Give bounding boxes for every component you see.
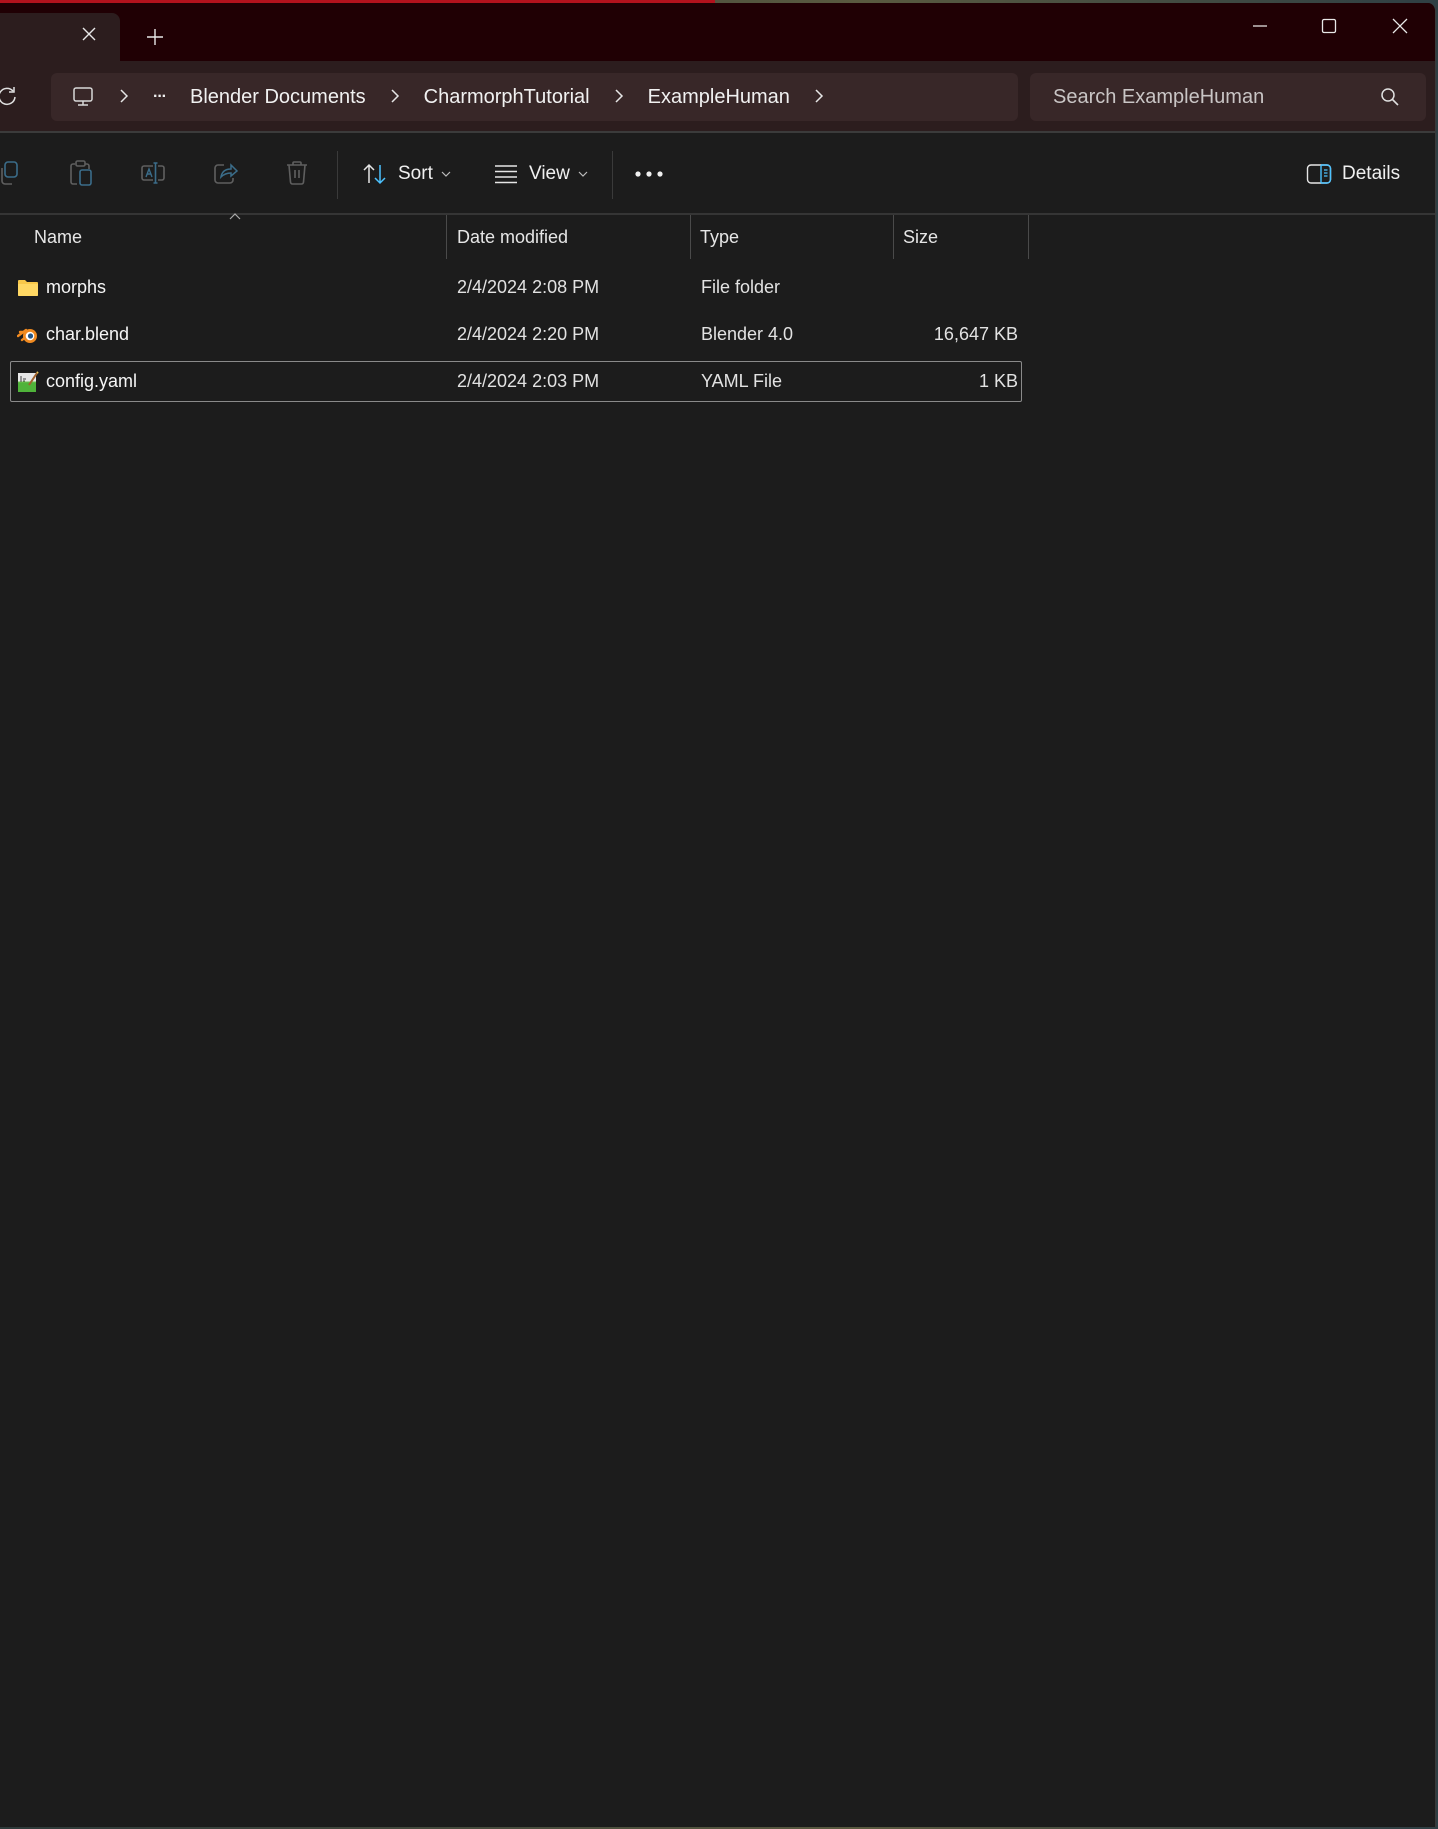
column-resize-handle[interactable] — [690, 215, 691, 259]
breadcrumb-item-current[interactable]: ExampleHuman — [648, 73, 790, 121]
maximize-button[interactable] — [1299, 9, 1359, 43]
file-row[interactable]: char.blend 2/4/2024 2:20 PM Blender 4.0 … — [10, 314, 1022, 355]
blender-file-icon — [17, 328, 37, 343]
minimize-icon — [1253, 25, 1267, 27]
file-explorer-window: ··· Blender Documents CharmorphTutorial … — [0, 3, 1436, 1827]
new-tab-button[interactable] — [142, 25, 168, 51]
column-type-label: Type — [700, 226, 740, 247]
title-bar — [0, 3, 1435, 61]
chevron-down-icon — [578, 171, 588, 177]
folder-icon — [18, 280, 38, 296]
file-size: 1 KB — [978, 371, 1018, 391]
overflow-icon: ··· — [153, 88, 167, 105]
breadcrumb-label: CharmorphTutorial — [423, 85, 590, 108]
file-name: config.yaml — [46, 371, 138, 391]
file-size: 16,647 KB — [933, 324, 1018, 344]
paste-icon[interactable] — [67, 159, 95, 187]
sort-label: Sort — [398, 163, 433, 184]
sort-button[interactable]: Sort — [362, 151, 451, 197]
column-resize-handle[interactable] — [893, 215, 894, 259]
rename-icon[interactable] — [139, 159, 167, 187]
chevron-right-icon[interactable] — [808, 86, 830, 109]
file-type: YAML File — [701, 371, 783, 391]
search-icon[interactable] — [1380, 87, 1400, 107]
close-window-button[interactable] — [1370, 9, 1430, 43]
file-name: morphs — [46, 277, 107, 297]
share-icon[interactable] — [212, 159, 240, 187]
copy-icon[interactable] — [0, 159, 24, 187]
toolbar-divider — [337, 151, 338, 199]
close-icon[interactable] — [78, 25, 100, 47]
details-pane-button[interactable]: Details — [1306, 151, 1400, 197]
column-name-label: Name — [34, 226, 83, 247]
more-options-button[interactable] — [634, 151, 664, 197]
view-label: View — [529, 163, 570, 184]
refresh-icon — [0, 87, 16, 106]
search-input[interactable] — [1053, 85, 1373, 109]
more-icon — [635, 171, 663, 177]
refresh-button[interactable] — [0, 85, 18, 107]
chevron-down-icon — [441, 171, 451, 177]
details-label: Details — [1342, 163, 1401, 184]
column-date-label: Date modified — [457, 226, 569, 247]
column-size-label: Size — [903, 226, 939, 247]
maximize-icon — [1321, 18, 1337, 34]
search-box[interactable] — [1030, 73, 1426, 121]
breadcrumb-label: ExampleHuman — [647, 85, 790, 108]
breadcrumb-label: Blender Documents — [189, 85, 366, 108]
column-name[interactable]: Name — [34, 215, 446, 259]
column-size[interactable]: Size — [903, 215, 1027, 259]
column-resize-handle[interactable] — [446, 215, 447, 259]
file-size — [904, 268, 1018, 307]
this-pc-icon — [73, 87, 93, 106]
breadcrumb-this-pc[interactable] — [71, 73, 95, 121]
breadcrumb-item[interactable]: CharmorphTutorial — [424, 73, 590, 121]
view-list-icon — [495, 165, 517, 184]
sort-icon — [363, 163, 386, 185]
file-date: 2/4/2024 2:03 PM — [457, 371, 600, 391]
delete-icon[interactable] — [283, 159, 311, 187]
column-date-modified[interactable]: Date modified — [457, 215, 689, 259]
navigation-bar: ··· Blender Documents CharmorphTutorial … — [0, 61, 1435, 133]
tab-active[interactable] — [0, 13, 120, 61]
column-resize-handle[interactable] — [1028, 215, 1029, 259]
details-pane-icon — [1306, 164, 1332, 184]
file-row[interactable]: morphs 2/4/2024 2:08 PM File folder — [10, 267, 1022, 308]
breadcrumb[interactable]: ··· Blender Documents CharmorphTutorial … — [51, 73, 1018, 121]
column-type[interactable]: Type — [700, 215, 892, 259]
toolbar-divider — [612, 151, 613, 199]
breadcrumb-overflow[interactable]: ··· — [153, 73, 167, 121]
file-name: char.blend — [46, 324, 130, 344]
plus-icon — [147, 29, 163, 45]
file-type: File folder — [701, 277, 781, 297]
chevron-right-icon[interactable] — [384, 86, 406, 109]
file-row-selected[interactable]: config.yaml 2/4/2024 2:03 PM YAML File 1… — [10, 361, 1022, 402]
file-date: 2/4/2024 2:20 PM — [457, 324, 600, 344]
breadcrumb-item[interactable]: Blender Documents — [190, 73, 366, 121]
column-header: Name Date modified Type Size — [0, 213, 1435, 259]
close-icon — [1392, 18, 1408, 34]
file-type: Blender 4.0 — [701, 324, 794, 344]
minimize-button[interactable] — [1230, 9, 1290, 43]
yaml-file-icon — [18, 371, 39, 392]
chevron-right-icon[interactable] — [608, 86, 630, 109]
file-date: 2/4/2024 2:08 PM — [457, 277, 600, 297]
command-bar: Sort View Details — [0, 133, 1435, 215]
chevron-right-icon[interactable] — [113, 86, 135, 109]
view-button[interactable]: View — [493, 151, 588, 197]
